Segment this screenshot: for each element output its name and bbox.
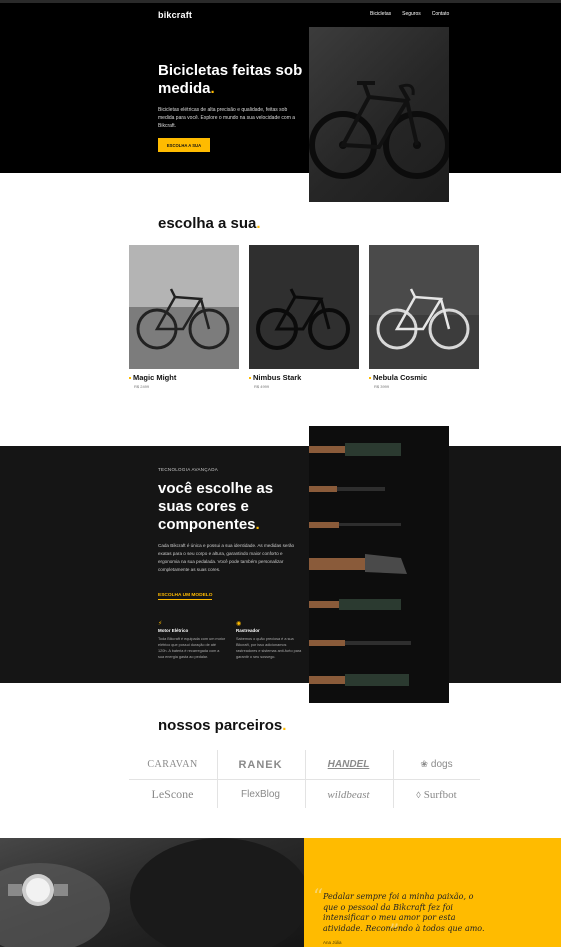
testimonial-image <box>0 838 304 947</box>
tech-title-dot: . <box>255 516 260 533</box>
partners-title-dot: . <box>282 717 287 734</box>
products-title-text: escolha a sua <box>158 215 257 232</box>
tools-image <box>309 426 449 703</box>
quote-open-icon: “ <box>313 884 324 908</box>
testimonial-quote: Pedalar sempre foi a minha paixão, o que… <box>323 892 485 933</box>
paw-icon: ❀ <box>420 759 428 769</box>
hero-description: Bicicletas elétricas de alta precisão e … <box>158 107 296 129</box>
feature-title: Motor Elétrico <box>158 628 189 633</box>
hero-cta-button[interactable]: ESCOLHA A SUA <box>158 138 210 152</box>
logo[interactable]: bikcraft <box>158 10 192 20</box>
products-title-dot: . <box>256 215 261 232</box>
page: bikcraft Bicicletas Seguros Contato Bici… <box>0 0 561 947</box>
product-list: Magic Might R$ 2499 Nimbus Stark R$ 4999 <box>129 245 479 389</box>
lightning-icon: ⚡ <box>158 621 163 627</box>
quote-close-icon: ” <box>389 919 400 943</box>
feature-title: Rastreador <box>236 628 260 633</box>
product-name-text: Nebula Cosmic <box>373 373 428 382</box>
product-card-nimbus-stark[interactable]: Nimbus Stark R$ 4999 <box>249 245 359 389</box>
product-name[interactable]: Nimbus Stark <box>249 373 359 382</box>
partner-logo-flexblog: FlexBlog <box>241 789 280 800</box>
partner-logo-lescone: LeScone <box>151 787 194 801</box>
product-image[interactable] <box>369 245 479 369</box>
accent-mark <box>129 376 131 379</box>
partner-logo-dogs: ❀ dogs <box>393 750 480 779</box>
partners-title: nossos parceiros. <box>158 717 286 734</box>
partner-logo-handel: HANDEL <box>327 759 370 770</box>
accent-mark <box>249 376 251 379</box>
tech-title: você escolhe as suas cores e componentes… <box>158 480 308 534</box>
tech-eyebrow: TECNOLOGIA AVANÇADA <box>158 467 219 472</box>
partner-logo-surfbot: ◊ Surfbot <box>393 780 480 809</box>
product-card-magic-might[interactable]: Magic Might R$ 2499 <box>129 245 239 389</box>
partner-logo-dogs-text: dogs <box>430 759 453 770</box>
accent-mark <box>369 376 371 379</box>
product-name[interactable]: Nebula Cosmic <box>369 373 479 382</box>
hero-title-text: Bicicletas feitas sob medida <box>158 62 303 97</box>
product-card-nebula-cosmic[interactable]: Nebula Cosmic R$ 3999 <box>369 245 479 389</box>
product-name-text: Nimbus Stark <box>253 373 302 382</box>
partner-logo-surfbot-text: Surfbot <box>423 788 457 801</box>
nav-link-seguros[interactable]: Seguros <box>402 11 421 17</box>
product-price: R$ 4999 <box>254 384 270 389</box>
products-title: escolha a sua. <box>158 215 261 232</box>
hero-bike-image <box>309 27 449 202</box>
hero-title: Bicicletas feitas sob medida. <box>158 62 308 98</box>
feature-tracker: ◉ Rastreador Sabemos o quão preciosa é a… <box>236 621 304 660</box>
product-price: R$ 3999 <box>374 384 390 389</box>
product-name[interactable]: Magic Might <box>129 373 239 382</box>
nav-link-contato[interactable]: Contato <box>432 11 450 17</box>
choose-model-link[interactable]: ESCOLHA UM MODELO <box>158 593 213 600</box>
hero-title-dot: . <box>210 80 215 97</box>
feature-text: Sabemos o quão preciosa é a sua Bikcraft… <box>236 637 302 659</box>
leaf-icon: ◊ <box>416 789 421 800</box>
feature-electric-motor: ⚡ Motor Elétrico Toda Bikcraft é equipad… <box>158 621 226 660</box>
product-name-text: Magic Might <box>133 373 177 382</box>
testimonial-author: Ana Júlia <box>323 940 342 945</box>
partners-grid: CARAVAN RANEK HANDEL ❀ dogs LeScone FlexB… <box>129 750 480 808</box>
nav-link-bicicletas[interactable]: Bicicletas <box>370 11 391 17</box>
tracker-icon: ◉ <box>236 621 242 627</box>
partner-logo-ranek: RANEK <box>238 758 283 771</box>
product-image[interactable] <box>249 245 359 369</box>
partners-title-text: nossos parceiros <box>158 717 283 734</box>
feature-text: Toda Bikcraft é equipada com um motor el… <box>158 637 226 659</box>
tech-description: Cada Bikcraft é única e possui a sua ide… <box>158 543 295 572</box>
partner-logo-wildbeast: wildbeast <box>327 788 370 801</box>
main-nav: Bicicletas Seguros Contato <box>370 11 449 17</box>
product-price: R$ 2499 <box>134 384 150 389</box>
partner-logo-caravan: CARAVAN <box>147 759 198 770</box>
product-image[interactable] <box>129 245 239 369</box>
